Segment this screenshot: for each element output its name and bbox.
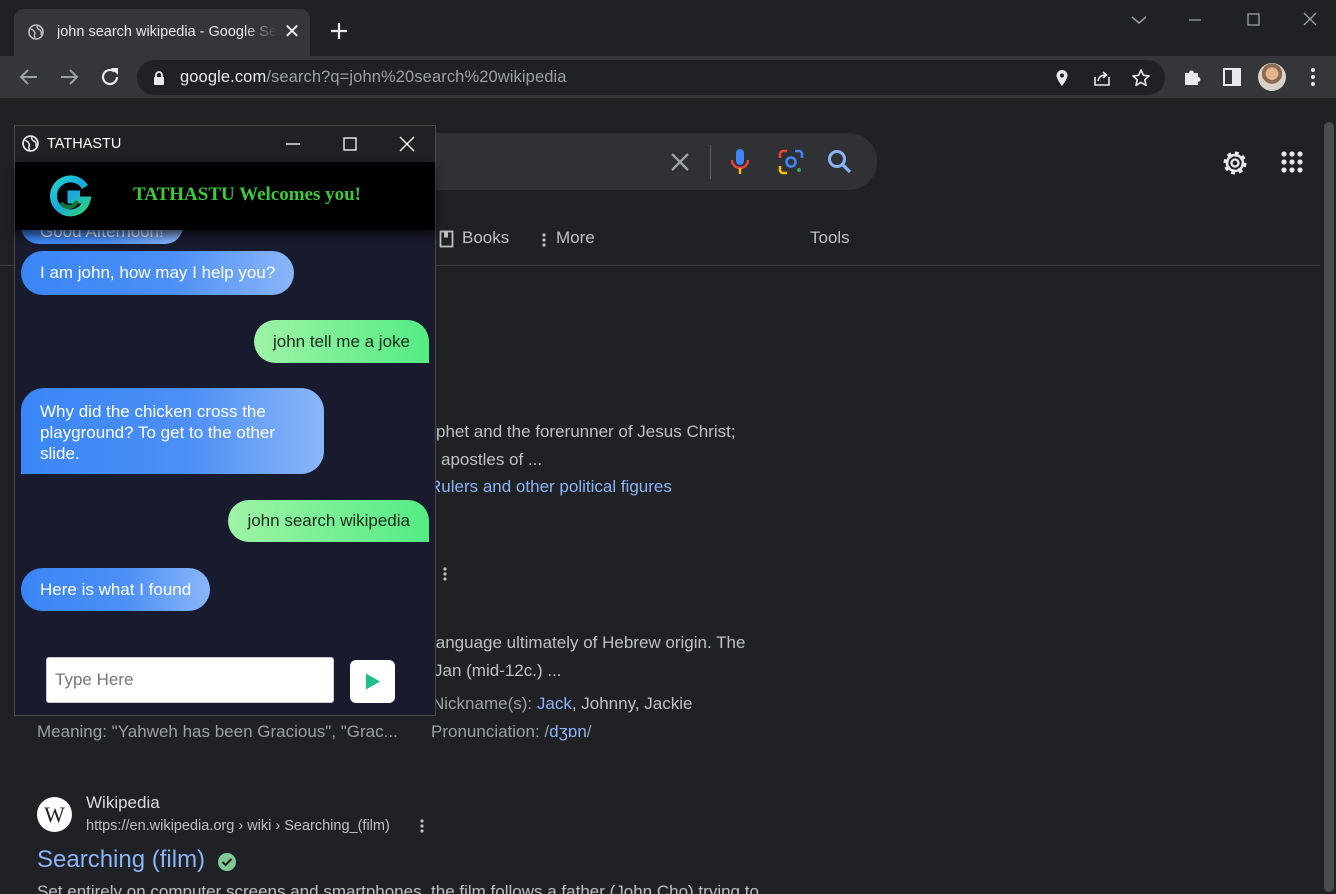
bot-message: Why did the chicken cross the playground…	[21, 388, 324, 474]
browser-titlebar: john search wikipedia - Google Search ✕	[0, 0, 1336, 56]
tab-books[interactable]: Books	[462, 228, 509, 248]
close-icon[interactable]	[1297, 8, 1323, 32]
lens-icon[interactable]	[777, 148, 805, 176]
message-input[interactable]	[46, 657, 334, 703]
gear-icon[interactable]	[1220, 148, 1250, 178]
result-site-name[interactable]: Wikipedia	[86, 793, 160, 813]
search-divider	[710, 145, 711, 179]
sidepanel-icon[interactable]	[1221, 66, 1243, 88]
tab-more[interactable]: More	[556, 228, 595, 248]
bot-message: Here is what I found	[21, 568, 211, 611]
nickname-link[interactable]: Jack	[537, 694, 572, 713]
globe-icon	[22, 135, 39, 152]
apps-icon[interactable]	[1280, 150, 1304, 174]
nickname-values: , Johnny, Jackie	[571, 694, 693, 713]
pronunciation-end: /	[586, 722, 592, 741]
result-url[interactable]: https://en.wikipedia.org › wiki › Search…	[86, 818, 390, 834]
maximize-icon[interactable]	[340, 134, 360, 154]
mic-icon[interactable]	[728, 147, 752, 177]
meaning-text: Meaning: "Yahweh has been Gracious", "Gr…	[37, 722, 398, 741]
url-text: google.com/search?q=john%20search%20wiki…	[180, 68, 567, 87]
tathastu-logo	[50, 175, 92, 217]
tathastu-titlebar: TATHASTU	[15, 126, 435, 162]
user-message: john tell me a joke	[253, 320, 429, 363]
user-message: john search wikipedia	[228, 500, 429, 542]
send-icon	[366, 673, 380, 690]
back-icon[interactable]	[17, 65, 41, 89]
tathastu-window: TATHASTU TATHASTU Welcomes you! Good Aft…	[14, 125, 436, 716]
share-icon[interactable]	[1092, 68, 1112, 88]
close-icon[interactable]: ✕	[282, 22, 302, 42]
more-vert-icon[interactable]	[442, 566, 448, 582]
pronunciation-row: Pronunciation: /dʒɒn/	[431, 722, 592, 742]
result-snippet: Set entirely on computer screens and sma…	[37, 882, 759, 894]
extensions-icon[interactable]	[1181, 66, 1203, 88]
snippet-text: Jan (mid-12c.) ...	[434, 661, 562, 680]
welcome-text: TATHASTU Welcomes you!	[133, 184, 362, 205]
pronunciation-label: Pronunciation: /	[431, 722, 550, 741]
window-title: TATHASTU	[47, 136, 122, 152]
forward-icon[interactable]	[57, 65, 81, 89]
avatar[interactable]	[1258, 63, 1286, 91]
result-title-link[interactable]: Searching (film)	[37, 846, 205, 874]
globe-icon	[28, 24, 44, 40]
bot-message: I am john, how may I help you?	[21, 251, 295, 295]
nickname-label: Nickname(s):	[432, 694, 533, 713]
maximize-icon[interactable]	[1240, 8, 1266, 32]
chevron-down-icon[interactable]	[1126, 8, 1152, 32]
book-icon	[439, 230, 454, 248]
scrollbar-thumb[interactable]	[1324, 122, 1334, 892]
close-icon[interactable]	[397, 134, 417, 154]
snippet-text: language ultimately of Hebrew origin. Th…	[432, 633, 746, 652]
chat-area[interactable]: Good Afternoon! I am john, how may I hel…	[15, 230, 435, 634]
url-domain: google.com	[180, 68, 267, 86]
minimize-icon[interactable]	[283, 134, 303, 154]
clear-icon[interactable]	[669, 151, 691, 173]
more-vert-icon[interactable]	[419, 818, 425, 834]
wikipedia-favicon: W	[37, 797, 72, 832]
snippet-text: phet and the forerunner of Jesus Christ;	[436, 422, 736, 441]
snippet-text: apostles of ...	[441, 450, 543, 469]
tab-tools[interactable]: Tools	[810, 228, 850, 248]
browser-tab[interactable]: john search wikipedia - Google Search ✕	[14, 9, 310, 56]
url-path: /search?q=john%20search%20wikipedia	[266, 68, 567, 86]
snippet-link[interactable]: Rulers and other political figures	[429, 477, 672, 497]
bot-message: Good Afternoon!	[21, 230, 183, 244]
address-bar[interactable]: google.com/search?q=john%20search%20wiki…	[137, 60, 1165, 95]
star-icon[interactable]	[1131, 68, 1151, 88]
more-vert-icon[interactable]	[541, 232, 547, 248]
send-button[interactable]	[350, 660, 395, 703]
location-icon[interactable]	[1052, 68, 1072, 88]
plus-icon[interactable]	[326, 18, 352, 44]
nickname-row: Nickname(s): Jack, Johnny, Jackie	[432, 694, 692, 714]
tathastu-header: TATHASTU Welcomes you!	[15, 162, 435, 230]
lock-icon[interactable]	[153, 71, 165, 85]
minimize-icon[interactable]	[1182, 8, 1208, 32]
menu-icon[interactable]	[1302, 66, 1324, 88]
verified-icon	[218, 853, 236, 871]
search-input[interactable]	[380, 133, 877, 190]
tab-title: john search wikipedia - Google Search	[57, 24, 277, 40]
reload-icon[interactable]	[98, 65, 122, 89]
search-icon[interactable]	[826, 148, 853, 175]
browser-toolbar: google.com/search?q=john%20search%20wiki…	[0, 56, 1336, 99]
pronunciation-value[interactable]: dʒɒn	[549, 722, 587, 741]
